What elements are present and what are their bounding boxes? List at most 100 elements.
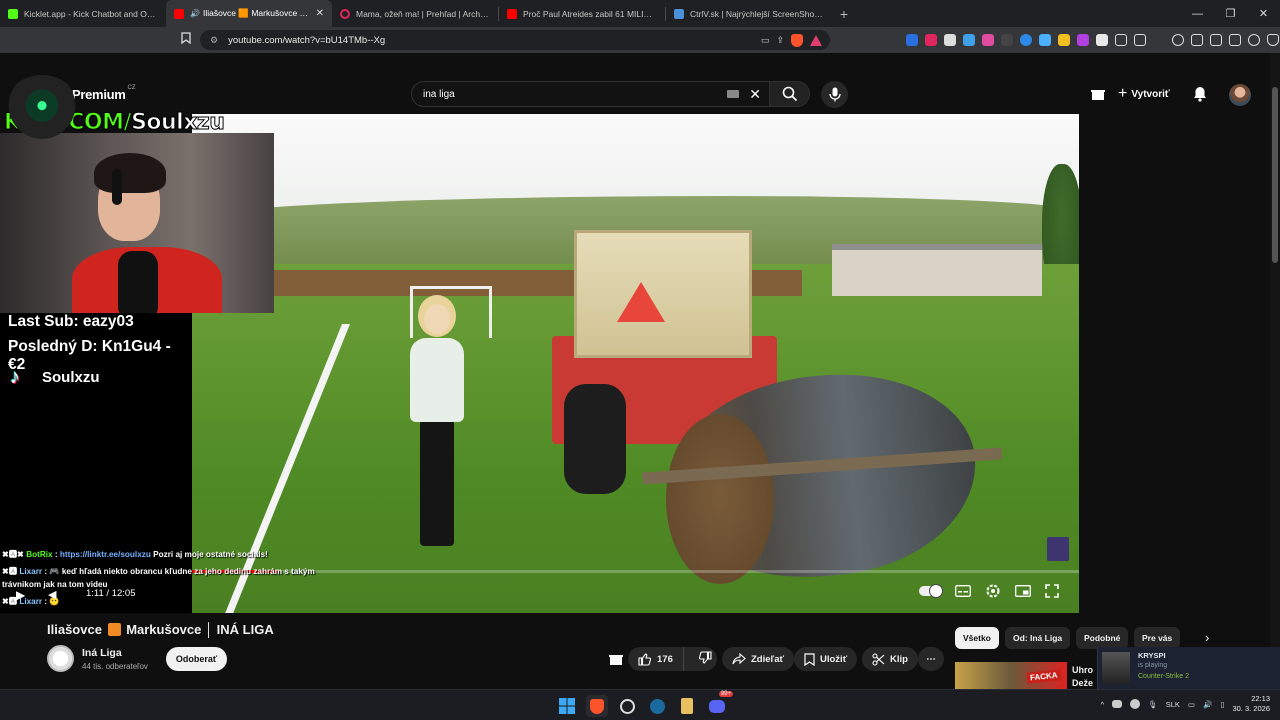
clip-button[interactable]: Klip — [862, 647, 918, 671]
audio-playing-icon[interactable]: 🔊 — [190, 9, 200, 18]
site-settings-icon[interactable]: ⚙ — [210, 35, 218, 46]
bookmark-icon[interactable] — [181, 32, 191, 47]
brave-shields-icon[interactable] — [791, 33, 803, 47]
steam-tray-icon[interactable] — [1130, 699, 1141, 709]
network-icon[interactable]: ▭ — [1188, 700, 1195, 709]
tab-youtube-active[interactable]: 🔊 Iliašovce 🟧 Markušovce | IN ✕ — [166, 0, 332, 27]
settings-gear-icon[interactable] — [985, 583, 1001, 599]
orange-square-icon — [107, 623, 121, 636]
account-avatar[interactable] — [1229, 84, 1251, 106]
close-tab-icon[interactable]: ✕ — [316, 8, 324, 19]
extensions-puzzle-icon[interactable] — [1115, 33, 1127, 46]
title-part-2: Markušovce │ INÁ LIGA — [126, 622, 274, 637]
restore-button[interactable]: ❐ — [1214, 0, 1247, 27]
leo-ai-icon[interactable] — [1248, 33, 1260, 46]
adblock-icon[interactable] — [925, 33, 937, 46]
extension-7-icon[interactable] — [1020, 33, 1032, 46]
like-button[interactable]: 176 — [628, 647, 684, 671]
tab-kicklet[interactable]: Kicklet.app - Kick Chatbot and Overla — [0, 0, 166, 27]
kicklet-favicon-icon — [8, 8, 18, 19]
discord-tray-icon[interactable] — [1112, 700, 1123, 708]
sidebar-icon[interactable] — [1191, 33, 1203, 46]
address-bar[interactable]: ⚙ youtube.com/watch?v=bU14TMb--Xg ▭ ⇪ — [200, 30, 830, 50]
share-icon[interactable]: ⇪ — [776, 35, 784, 46]
extension-9-icon[interactable] — [1058, 33, 1070, 46]
more-actions-button[interactable]: ⋯ — [918, 647, 944, 671]
search-button[interactable] — [770, 81, 810, 107]
taskbar-clock[interactable]: 22:13 30. 3. 2026 — [1232, 694, 1270, 714]
time-separator: / — [103, 588, 112, 599]
language-indicator[interactable]: SLK — [1166, 700, 1180, 709]
dislike-button[interactable] — [689, 651, 722, 667]
channel-name[interactable]: Iná Liga — [82, 647, 122, 659]
voice-search-button[interactable] — [821, 81, 848, 108]
miniplayer-icon[interactable] — [1015, 585, 1031, 597]
install-app-icon[interactable]: ▭ — [761, 35, 770, 46]
tray-overflow-icon[interactable]: ^ — [1101, 700, 1105, 709]
extension-10-icon[interactable] — [1077, 33, 1089, 46]
extension-1-icon[interactable] — [906, 33, 918, 46]
steam-icon[interactable] — [646, 695, 668, 717]
scrollbar-thumb[interactable] — [1272, 87, 1278, 263]
keyboard-icon[interactable] — [727, 90, 739, 98]
create-button[interactable]: + Vytvoriť — [1118, 83, 1170, 105]
microphone-tray-icon[interactable]: 🎙 — [1148, 700, 1158, 709]
extension-11-icon[interactable] — [1096, 33, 1108, 46]
chip-from-channel[interactable]: Od: Iná Liga — [1005, 627, 1071, 649]
discord-icon[interactable]: 99+ — [706, 691, 733, 717]
extension-5-icon[interactable] — [982, 33, 994, 46]
close-window-button[interactable]: ✕ — [1247, 0, 1280, 27]
tab-paul-atreides[interactable]: Proč Paul Atreides zabil 61 MILIARD — [499, 0, 665, 27]
subtitles-icon[interactable] — [955, 585, 971, 597]
chip-related[interactable]: Podobné — [1076, 627, 1129, 649]
tab-archiv[interactable]: Mama, ožeň ma! | Prehľad | Archív | T — [332, 0, 498, 27]
chips-next-icon[interactable]: › — [1205, 630, 1209, 645]
autoplay-toggle[interactable] — [919, 585, 942, 597]
extension-4-icon[interactable] — [963, 33, 975, 46]
subscribe-button[interactable]: Odoberať — [166, 647, 227, 671]
extension-6-icon[interactable] — [1001, 33, 1013, 46]
obs-icon[interactable] — [616, 695, 638, 717]
brave-rewards-icon[interactable] — [810, 34, 822, 46]
volume-tray-icon[interactable]: 🔊 — [1203, 700, 1212, 709]
chip-all[interactable]: Všetko — [955, 627, 999, 649]
gift-icon[interactable] — [608, 652, 624, 671]
extension-3-icon[interactable] — [944, 33, 956, 46]
vpn-icon[interactable] — [1229, 33, 1241, 46]
page-scrollbar[interactable] — [1270, 53, 1280, 689]
chip-for-you[interactable]: Pre vás — [1134, 627, 1181, 649]
windows-start-icon[interactable] — [556, 695, 578, 717]
video-player[interactable] — [192, 114, 1079, 613]
steam-notification[interactable]: KRYSPI is playing Counter-Strike 2 — [1097, 647, 1280, 689]
create-label: Vytvoriť — [1131, 88, 1170, 100]
brave-browser-icon[interactable] — [586, 695, 608, 717]
clear-search-icon[interactable]: ✕ — [749, 86, 761, 103]
chat-badges: ✖🅰 — [2, 597, 18, 606]
screenshot-icon[interactable] — [1134, 33, 1146, 46]
chat-badges: ✖🅰✖ — [2, 550, 24, 559]
minimize-button[interactable]: — — [1181, 0, 1214, 27]
tab-title: Iliašovce 🟧 Markušovce | IN — [202, 8, 310, 18]
thumbs-up-icon — [638, 652, 651, 666]
recommended-video-title[interactable]: Uhro Deže — [1072, 664, 1093, 690]
channel-watermark-icon[interactable] — [1047, 537, 1069, 561]
fullscreen-icon[interactable] — [1045, 584, 1059, 598]
play-pause-icon[interactable]: ▶ — [16, 588, 25, 602]
wallet-icon[interactable] — [1210, 33, 1222, 46]
channel-avatar[interactable] — [47, 645, 74, 672]
app-icon[interactable] — [676, 695, 698, 717]
save-button[interactable]: Uložiť — [794, 647, 858, 671]
extension-8-icon[interactable] — [1039, 33, 1051, 46]
tab-ctrlv[interactable]: CtrlV.sk | Najrýchlejší ScreenShot a P — [666, 0, 832, 27]
media-control-icon[interactable] — [1172, 33, 1184, 46]
title-part-1: Iliašovce — [47, 622, 102, 637]
share-button[interactable]: Zdieľať — [722, 647, 795, 671]
shield-icon[interactable] — [1267, 33, 1279, 46]
gift-icon[interactable] — [1090, 87, 1106, 106]
tiktok-handle: ♪ Soulxzu — [10, 366, 100, 388]
new-tab-button[interactable]: + — [832, 6, 856, 22]
notifications-bell-icon[interactable] — [1193, 86, 1207, 107]
battery-icon[interactable]: ▯ — [1220, 700, 1224, 709]
volume-icon[interactable]: ◀ — [48, 588, 56, 601]
search-input[interactable]: ina liga ✕ — [411, 81, 770, 107]
